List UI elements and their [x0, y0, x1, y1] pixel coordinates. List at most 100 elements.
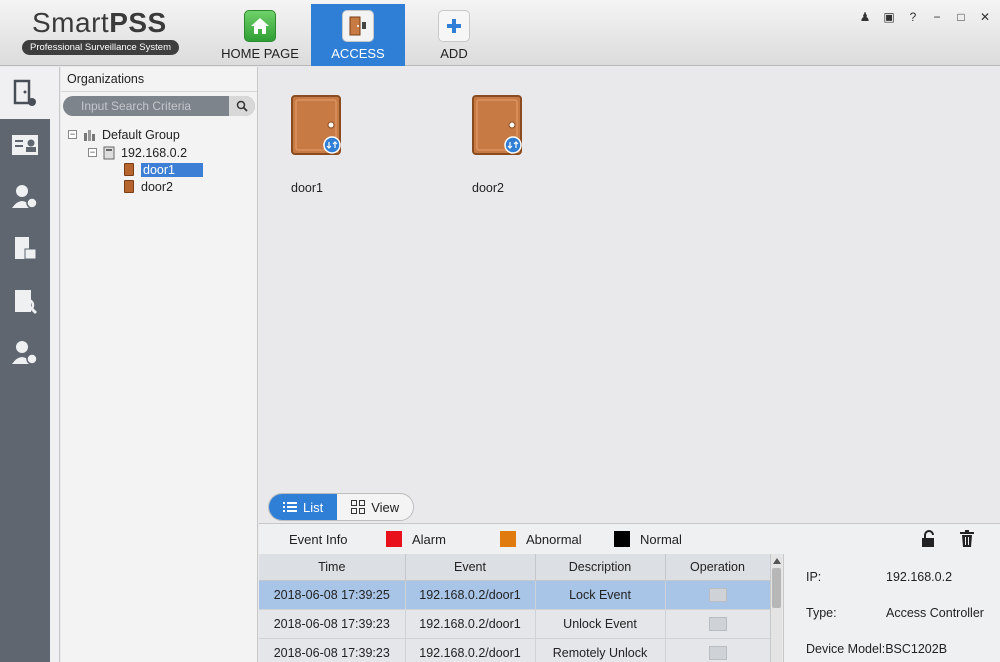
- cell-time: 2018-06-08 17:39:23: [259, 609, 406, 639]
- user-time-icon: [12, 341, 38, 365]
- tree-item-default-group[interactable]: − Default Group: [68, 126, 180, 143]
- cell-time: 2018-06-08 17:39:25: [259, 580, 406, 610]
- user-settings-icon: [12, 185, 38, 209]
- search-input[interactable]: [63, 96, 223, 116]
- close-icon[interactable]: ✕: [978, 10, 992, 24]
- column-header-time[interactable]: Time: [259, 554, 406, 581]
- rail-door-lock[interactable]: [0, 223, 50, 275]
- organizations-title: Organizations: [61, 67, 257, 92]
- table-row[interactable]: 2018-06-08 17:39:23 192.168.0.2/door1 Re…: [259, 638, 771, 662]
- table-header: Time Event Description Operation: [259, 554, 771, 581]
- cell-operation: [665, 609, 771, 639]
- rail-user-card[interactable]: [0, 119, 50, 171]
- tab-add[interactable]: ADD: [406, 4, 502, 66]
- unlock-icon[interactable]: [919, 530, 937, 548]
- cell-operation: [665, 580, 771, 610]
- door-icon: [291, 95, 341, 155]
- info-ip: IP: 192.168.0.2: [806, 570, 952, 584]
- rail-user-settings[interactable]: [0, 171, 50, 223]
- record-search-icon: [15, 290, 38, 315]
- list-icon: [283, 502, 297, 512]
- search-icon: [236, 100, 248, 112]
- group-icon: [84, 129, 95, 141]
- collapse-icon[interactable]: −: [68, 130, 77, 139]
- cell-description: Remotely Unlock: [535, 638, 666, 662]
- lock-icon[interactable]: ▣: [882, 10, 896, 24]
- tab-access[interactable]: ACCESS: [311, 4, 405, 66]
- user-card-icon: [12, 135, 38, 155]
- rail-user-time[interactable]: [0, 327, 50, 379]
- grid-view-button[interactable]: View: [337, 494, 413, 520]
- door-icon: [472, 95, 522, 155]
- legend-alarm: Alarm: [386, 531, 500, 547]
- tree-item-label: door1: [141, 162, 203, 177]
- door-card-door1[interactable]: door1: [291, 95, 361, 195]
- help-icon[interactable]: ?: [906, 10, 920, 24]
- table-row[interactable]: 2018-06-08 17:39:23 192.168.0.2/door1 Un…: [259, 609, 771, 639]
- legend-label: Normal: [640, 531, 682, 547]
- grid-view-label: View: [371, 499, 400, 515]
- event-info-label: Event Info: [289, 531, 348, 547]
- list-view-label: List: [303, 499, 324, 515]
- event-table: Time Event Description Operation 2018-06…: [259, 554, 771, 662]
- tree-item-door1[interactable]: door1: [124, 161, 203, 178]
- column-header-event[interactable]: Event: [405, 554, 536, 581]
- cell-event: 192.168.0.2/door1: [405, 609, 536, 639]
- window-controls: ♟ ▣ ? − □ ✕: [858, 10, 992, 24]
- scroll-thumb[interactable]: [772, 568, 781, 608]
- door-small-icon: [124, 180, 134, 193]
- info-value: BSC1202B: [885, 642, 948, 656]
- info-value: 192.168.0.2: [886, 570, 953, 584]
- legend-abnormal: Abnormal: [500, 531, 614, 547]
- list-view-button[interactable]: List: [269, 494, 338, 520]
- info-type: Type: Access Controller: [806, 606, 984, 620]
- table-row[interactable]: 2018-06-08 17:39:25 192.168.0.2/door1 Lo…: [259, 580, 771, 610]
- cell-description: Lock Event: [535, 580, 666, 610]
- normal-swatch: [614, 531, 630, 547]
- search-box: [63, 96, 255, 116]
- search-button[interactable]: [229, 96, 255, 116]
- user-icon[interactable]: ♟: [858, 10, 872, 24]
- door-access-icon: [13, 79, 36, 106]
- maximize-icon[interactable]: □: [954, 10, 968, 24]
- tab-home-page-label: HOME PAGE: [221, 46, 299, 61]
- grid-icon: [351, 500, 366, 514]
- organizations-panel: Organizations − Default Group − 192.168.…: [61, 67, 258, 662]
- tab-home-page[interactable]: HOME PAGE: [212, 4, 308, 66]
- alarm-swatch: [386, 531, 402, 547]
- info-model: Device Model: BSC1202B: [806, 642, 947, 656]
- device-info-panel: IP: 192.168.0.2 Type: Access Controller …: [783, 554, 1000, 662]
- top-bar: SmartPSS Professional Surveillance Syste…: [0, 0, 1000, 66]
- playback-icon[interactable]: [708, 645, 727, 660]
- home-icon: [244, 10, 276, 42]
- door-small-icon: [124, 163, 134, 176]
- logo-title: SmartPSS: [32, 7, 167, 38]
- minimize-icon[interactable]: −: [930, 10, 944, 24]
- door-card-door2[interactable]: door2: [472, 95, 542, 195]
- cell-time: 2018-06-08 17:39:23: [259, 638, 406, 662]
- door-view: door1 door2: [259, 67, 1000, 491]
- column-header-operation[interactable]: Operation: [665, 554, 771, 581]
- scroll-up-icon[interactable]: [772, 556, 782, 566]
- tree-item-door2[interactable]: door2: [124, 178, 173, 195]
- event-legend-bar: Event Info Alarm Abnormal Normal: [259, 524, 1000, 554]
- playback-icon[interactable]: [708, 616, 727, 631]
- rail-door-access[interactable]: [0, 67, 50, 119]
- cell-operation: [665, 638, 771, 662]
- collapse-icon[interactable]: −: [88, 148, 97, 157]
- info-label: Type:: [806, 606, 837, 620]
- door-lock-icon: [15, 237, 37, 260]
- door-name: door1: [291, 181, 323, 195]
- rail-record-search[interactable]: [0, 275, 50, 327]
- column-header-description[interactable]: Description: [535, 554, 666, 581]
- tree-item-label: door2: [141, 179, 173, 194]
- table-scrollbar[interactable]: [770, 554, 782, 662]
- tree-item-device[interactable]: − 192.168.0.2: [88, 144, 187, 161]
- app-logo: SmartPSS Professional Surveillance Syste…: [22, 8, 192, 55]
- tab-access-label: ACCESS: [331, 46, 385, 61]
- info-label: Device Model:: [806, 642, 886, 656]
- delete-icon[interactable]: [959, 530, 975, 548]
- door-name: door2: [472, 181, 504, 195]
- legend-label: Alarm: [412, 531, 446, 547]
- playback-icon[interactable]: [708, 587, 727, 602]
